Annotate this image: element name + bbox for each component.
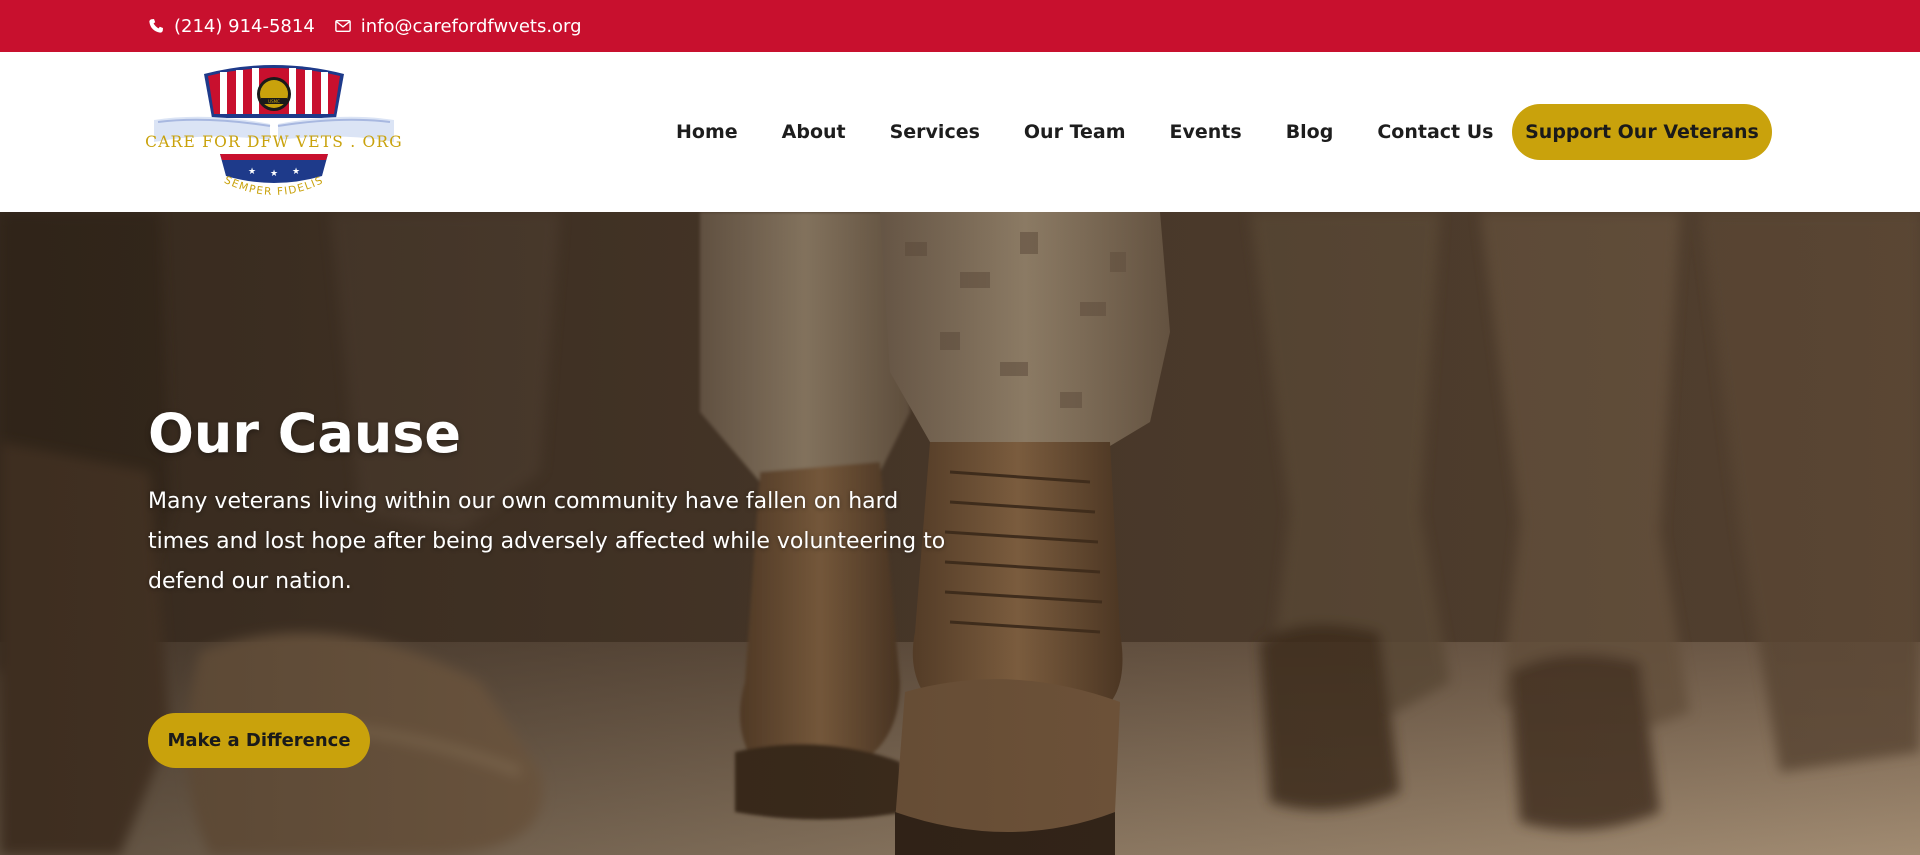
phone-number[interactable]: (214) 914-5814 <box>174 16 315 37</box>
hero-title: Our Cause <box>148 402 462 465</box>
nav-contact-us[interactable]: Contact Us <box>1377 121 1493 143</box>
logo-name: CARE FOR DFW VETS . ORG <box>146 133 402 151</box>
svg-text:★: ★ <box>248 167 256 177</box>
nav-blog[interactable]: Blog <box>1286 121 1334 143</box>
nav-about[interactable]: About <box>782 121 846 143</box>
nav-services[interactable]: Services <box>890 121 980 143</box>
svg-text:★: ★ <box>292 167 300 177</box>
hero-section: Our Cause Many veterans living within ou… <box>0 212 1920 855</box>
top-contact-bar: (214) 914-5814 info@carefordfwvets.org <box>0 0 1920 52</box>
site-logo[interactable]: USMC CARE FOR DFW VETS . ORG ★ ★ ★ SEMPE… <box>146 62 402 204</box>
nav-our-team[interactable]: Our Team <box>1024 121 1126 143</box>
main-nav: Home About Services Our Team Events Blog… <box>676 52 1493 212</box>
phone-contact[interactable]: (214) 914-5814 <box>148 16 315 37</box>
envelope-icon <box>334 19 351 33</box>
site-header: USMC CARE FOR DFW VETS . ORG ★ ★ ★ SEMPE… <box>0 52 1920 212</box>
email-contact[interactable]: info@carefordfwvets.org <box>334 16 582 37</box>
nav-home[interactable]: Home <box>676 121 738 143</box>
support-our-veterans-button[interactable]: Support Our Veterans <box>1512 104 1772 160</box>
email-address[interactable]: info@carefordfwvets.org <box>361 16 582 37</box>
svg-text:★: ★ <box>270 169 278 179</box>
nav-events[interactable]: Events <box>1170 121 1242 143</box>
hero-description: Many veterans living within our own comm… <box>148 489 946 594</box>
logo-badge-text: USMC <box>268 99 280 104</box>
phone-icon <box>149 19 163 33</box>
make-a-difference-button[interactable]: Make a Difference <box>148 713 370 768</box>
